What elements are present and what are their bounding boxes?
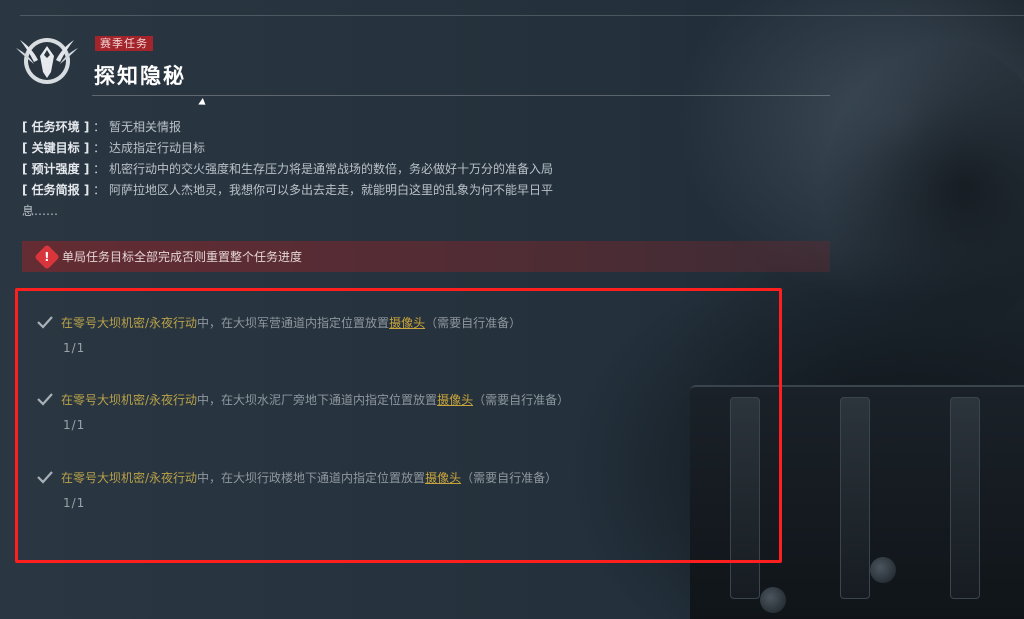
- info-label: [ 任务简报 ]: [22, 183, 90, 197]
- info-value: 达成指定行动目标: [109, 141, 206, 155]
- warning-icon: !: [34, 243, 60, 270]
- task-location: 中，在大坝军营通道内指定位置放置: [197, 315, 390, 330]
- title-divider: [92, 95, 830, 96]
- task-operation: 在零号大坝机密/永夜行动: [61, 392, 198, 407]
- task-progress: 1/1: [63, 418, 86, 432]
- mission-panel-scene: 赛季任务 探知隐秘 [ 任务环境 ] ： 暂无相关情报 [ 关键目标 ] ： 达…: [0, 0, 1024, 619]
- warning-banner: ! 单局任务目标全部完成否则重置整个任务进度: [22, 241, 830, 272]
- task-location: 中，在大坝水泥厂旁地下通道内指定位置放置: [197, 392, 438, 407]
- info-label: [ 任务环境 ]: [22, 120, 90, 134]
- info-value: 阿萨拉地区人杰地灵，我想你可以多出去走走，就能明白这里的乱象为何不能早日平: [109, 183, 554, 197]
- info-value: 暂无相关情报: [109, 120, 182, 134]
- info-value: 机密行动中的交火强度和生存压力将是通常战场的数倍，务必做好十万分的准备入局: [109, 162, 554, 176]
- task-note: （需要自行准备）: [461, 470, 558, 485]
- task-item-link[interactable]: 摄像头: [437, 391, 473, 408]
- mission-category-tag: 赛季任务: [95, 36, 153, 51]
- info-row-intensity: [ 预计强度 ] ： 机密行动中的交火强度和生存压力将是通常战场的数倍，务必做好…: [22, 162, 554, 176]
- task-description: 在零号大坝机密/永夜行动 中，在大坝行政楼地下通道内指定位置放置 摄像头 （需要…: [36, 468, 736, 486]
- task-operation: 在零号大坝机密/永夜行动: [61, 315, 198, 330]
- mouse-cursor-icon: [198, 98, 208, 108]
- task-description: 在零号大坝机密/永夜行动 中，在大坝水泥厂旁地下通道内指定位置放置 摄像头 （需…: [36, 390, 736, 408]
- mission-title: 探知隐秘: [94, 64, 186, 88]
- top-divider: [20, 15, 1024, 16]
- task-location: 中，在大坝行政楼地下通道内指定位置放置: [197, 470, 426, 485]
- background-scenery: [820, 40, 1024, 340]
- warning-text: 单局任务目标全部完成否则重置整个任务进度: [62, 250, 303, 264]
- task-operation: 在零号大坝机密/永夜行动: [61, 470, 198, 485]
- info-briefing-continuation: 息……: [22, 204, 59, 218]
- task-description: 在零号大坝机密/永夜行动 中，在大坝军营通道内指定位置放置 摄像头 （需要自行准…: [36, 313, 736, 331]
- task-progress: 1/1: [63, 341, 86, 355]
- task-progress: 1/1: [63, 496, 86, 510]
- info-label: [ 关键目标 ]: [22, 141, 90, 155]
- task-item: 在零号大坝机密/永夜行动 中，在大坝军营通道内指定位置放置 摄像头 （需要自行准…: [36, 313, 736, 355]
- crate-bolt: [870, 557, 896, 583]
- crate-band: [950, 397, 980, 599]
- info-row-environment: [ 任务环境 ] ： 暂无相关情报: [22, 120, 182, 134]
- task-item-link[interactable]: 摄像头: [389, 314, 425, 331]
- crate-band: [840, 397, 870, 599]
- checkmark-icon: [37, 316, 53, 329]
- crate-bolt: [760, 587, 786, 613]
- info-row-briefing: [ 任务简报 ] ： 阿萨拉地区人杰地灵，我想你可以多出去走走，就能明白这里的乱…: [22, 183, 554, 197]
- info-row-key-objective: [ 关键目标 ] ： 达成指定行动目标: [22, 141, 206, 155]
- info-label: [ 预计强度 ]: [22, 162, 90, 176]
- checkmark-icon: [37, 393, 53, 406]
- task-item: 在零号大坝机密/永夜行动 中，在大坝水泥厂旁地下通道内指定位置放置 摄像头 （需…: [36, 390, 736, 432]
- task-note: （需要自行准备）: [425, 315, 522, 330]
- mission-info: [ 任务环境 ] ： 暂无相关情报 [ 关键目标 ] ： 达成指定行动目标 [ …: [22, 117, 682, 222]
- eagle-emblem-icon: [16, 38, 78, 84]
- task-item-link[interactable]: 摄像头: [425, 469, 461, 486]
- task-note: （需要自行准备）: [473, 392, 570, 407]
- checkmark-icon: [37, 471, 53, 484]
- task-item: 在零号大坝机密/永夜行动 中，在大坝行政楼地下通道内指定位置放置 摄像头 （需要…: [36, 468, 736, 510]
